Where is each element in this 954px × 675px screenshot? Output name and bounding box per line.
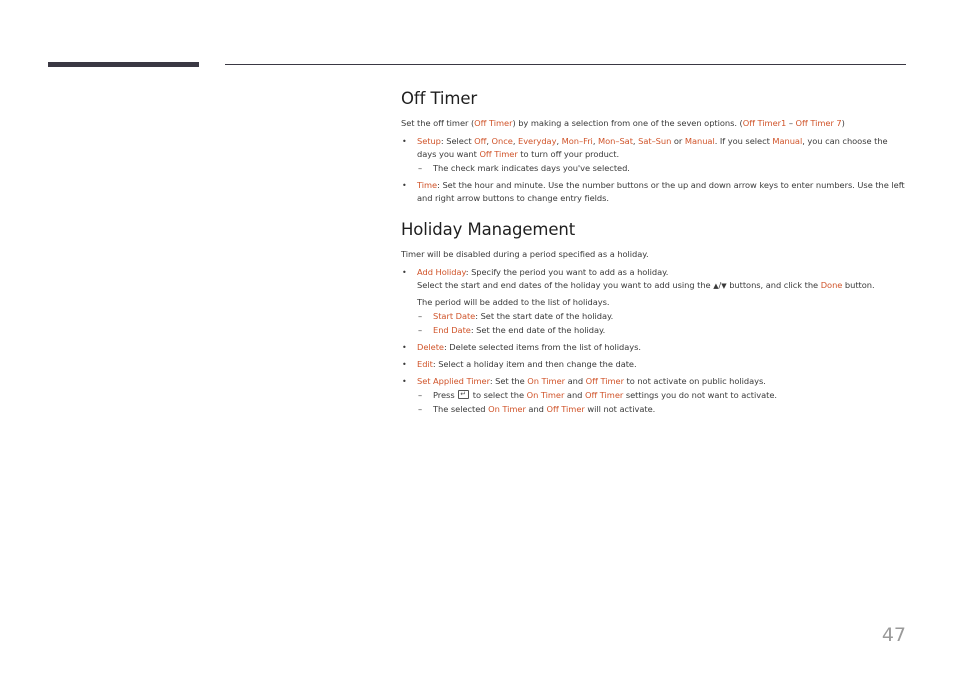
list-item-edit: Edit: Select a holiday item and then cha…: [401, 358, 906, 371]
highlight: Off Timer 7: [795, 118, 842, 128]
text: and: [525, 404, 547, 414]
sub-item: End Date: Set the end date of the holida…: [417, 324, 906, 337]
highlight: On Timer: [488, 404, 526, 414]
text: Set the off timer (: [401, 118, 475, 128]
highlight: Done: [820, 280, 843, 290]
text: buttons, and click the: [726, 280, 821, 290]
page-number: 47: [881, 624, 906, 646]
highlight: Off Timer: [479, 149, 518, 159]
highlight: Manual: [684, 136, 715, 146]
section-title-off-timer: Off Timer: [401, 89, 478, 108]
text: : Select: [440, 136, 475, 146]
sub-list: Press to select the On Timer and Off Tim…: [417, 388, 906, 416]
text: to not activate on public holidays.: [623, 376, 766, 386]
highlight: Setup: [417, 136, 441, 146]
text: –: [786, 118, 796, 128]
highlight: Start Date: [433, 311, 476, 321]
highlight: Mon–Fri: [561, 136, 593, 146]
text: : Set the end date of the holiday.: [470, 325, 606, 335]
text: ): [841, 118, 845, 128]
sub-item: Press to select the On Timer and Off Tim…: [417, 388, 906, 402]
text: or: [671, 136, 685, 146]
holiday-list: Add Holiday: Specify the period you want…: [401, 266, 906, 416]
highlight: Time: [417, 180, 438, 190]
text: button.: [842, 280, 875, 290]
text: ) by making a selection from one of the …: [512, 118, 743, 128]
text: : Set the: [489, 376, 528, 386]
text: : Delete selected items from the list of…: [443, 342, 641, 352]
sub-item: The selected On Timer and Off Timer will…: [417, 403, 906, 416]
off-timer-intro: Set the off timer (Off Timer) by making …: [401, 117, 906, 130]
highlight: Once: [491, 136, 513, 146]
main-content: Off Timer Set the off timer (Off Timer) …: [401, 88, 906, 420]
highlight: Mon–Sat: [598, 136, 633, 146]
highlight: Off: [474, 136, 487, 146]
text: Select the start and end dates of the ho…: [417, 280, 714, 290]
header-bar: [48, 62, 199, 67]
highlight: Delete: [417, 342, 444, 352]
header-rule: [225, 64, 906, 65]
text: to turn off your product.: [517, 149, 620, 159]
list-item-delete: Delete: Delete selected items from the l…: [401, 341, 906, 354]
highlight: Add Holiday: [417, 267, 466, 277]
sub-list: The check mark indicates days you've sel…: [417, 162, 906, 175]
highlight: Everyday: [518, 136, 557, 146]
text: : Set the hour and minute. Use the numbe…: [417, 180, 905, 203]
highlight: Sat–Sun: [638, 136, 672, 146]
text: to select the: [470, 390, 527, 400]
text: and: [565, 376, 586, 386]
highlight: Manual: [772, 136, 803, 146]
list-item-set-applied-timer: Set Applied Timer: Set the On Timer and …: [401, 375, 906, 416]
highlight: Off Timer1: [742, 118, 787, 128]
text: The selected: [433, 404, 489, 414]
text: : Specify the period you want to add as …: [465, 267, 669, 277]
text: : Select a holiday item and then change …: [432, 359, 637, 369]
highlight: Off Timer: [584, 390, 624, 400]
highlight: On Timer: [527, 376, 566, 386]
text: . If you select: [714, 136, 773, 146]
text: Press: [433, 390, 458, 400]
list-item-setup: Setup: Select Off, Once, Everyday, Mon–F…: [401, 135, 906, 175]
text: settings you do not want to activate.: [623, 390, 777, 400]
highlight: Edit: [417, 359, 433, 369]
section-title-holiday: Holiday Management: [401, 220, 576, 239]
text: : Set the start date of the holiday.: [475, 311, 614, 321]
text: will not activate.: [584, 404, 656, 414]
off-timer-list: Setup: Select Off, Once, Everyday, Mon–F…: [401, 135, 906, 205]
highlight: Set Applied Timer: [417, 376, 490, 386]
sub-list: Start Date: Set the start date of the ho…: [417, 310, 906, 337]
highlight: Off Timer: [474, 118, 513, 128]
highlight: Off Timer: [546, 404, 585, 414]
sub-item: Start Date: Set the start date of the ho…: [417, 310, 906, 323]
sub-item: The check mark indicates days you've sel…: [417, 162, 906, 175]
enter-key-icon: [458, 388, 470, 401]
list-item-add-holiday: Add Holiday: Specify the period you want…: [401, 266, 906, 337]
list-item-time: Time: Set the hour and minute. Use the n…: [401, 179, 906, 205]
text: The period will be added to the list of …: [417, 297, 610, 307]
highlight: Off Timer: [585, 376, 624, 386]
highlight: On Timer: [526, 390, 565, 400]
highlight: End Date: [433, 325, 471, 335]
text: and: [564, 390, 585, 400]
holiday-intro: Timer will be disabled during a period s…: [401, 249, 649, 259]
